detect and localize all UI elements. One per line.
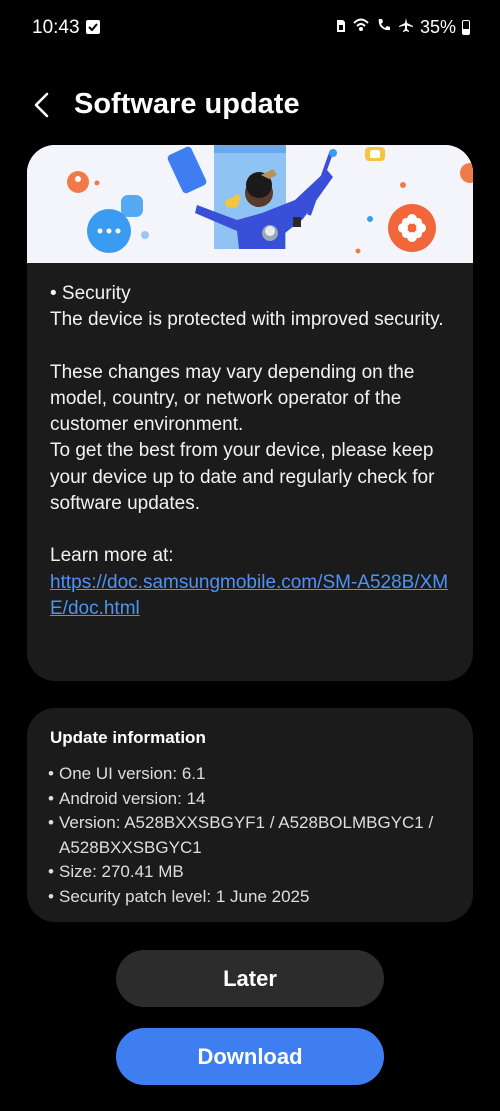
wifi-calling-icon (352, 17, 370, 38)
sim-icon (336, 17, 346, 38)
battery-icon (462, 20, 470, 35)
notification-check-icon (86, 20, 100, 34)
security-patch-item: Security patch level: 1 June 2025 (48, 885, 458, 910)
learn-more-label: Learn more at: (50, 545, 174, 567)
update-info-list: One UI version: 6.1 Android version: 14 … (48, 762, 458, 909)
release-notes-card: • Security The device is protected with … (27, 145, 473, 681)
release-notes-text: • Security The device is protected with … (50, 281, 460, 622)
volte-call-icon (376, 17, 392, 38)
one-ui-version-item: One UI version: 6.1 (48, 762, 458, 787)
size-item: Size: 270.41 MB (48, 860, 458, 885)
page-title: Software update (74, 88, 300, 120)
update-info-card: Update information One UI version: 6.1 A… (27, 708, 473, 922)
security-heading: • Security (50, 283, 131, 304)
status-bar: 10:43 35% (0, 0, 500, 56)
update-illustration (27, 145, 473, 263)
status-time: 10:43 (32, 17, 80, 38)
airplane-mode-icon (398, 17, 414, 38)
update-info-title: Update information (50, 728, 206, 747)
download-button[interactable]: Download (116, 1028, 384, 1085)
chevron-left-icon (34, 92, 49, 118)
learn-more-link[interactable]: https://doc.samsungmobile.com/SM-A528B/X… (50, 572, 448, 619)
android-version-item: Android version: 14 (48, 787, 458, 812)
disclaimer-text: These changes may vary depending on the … (50, 361, 415, 436)
header: Software update (0, 84, 500, 128)
build-version-item: Version: A528BXXSBGYF1 / A528BOLMBGYC1 /… (48, 811, 458, 860)
later-button[interactable]: Later (116, 950, 384, 1007)
back-button[interactable] (28, 88, 58, 122)
advice-text: To get the best from your device, please… (50, 440, 435, 515)
security-body: The device is protected with improved se… (50, 309, 444, 331)
status-icons: 35% (336, 17, 470, 38)
battery-percent: 35% (419, 17, 456, 37)
